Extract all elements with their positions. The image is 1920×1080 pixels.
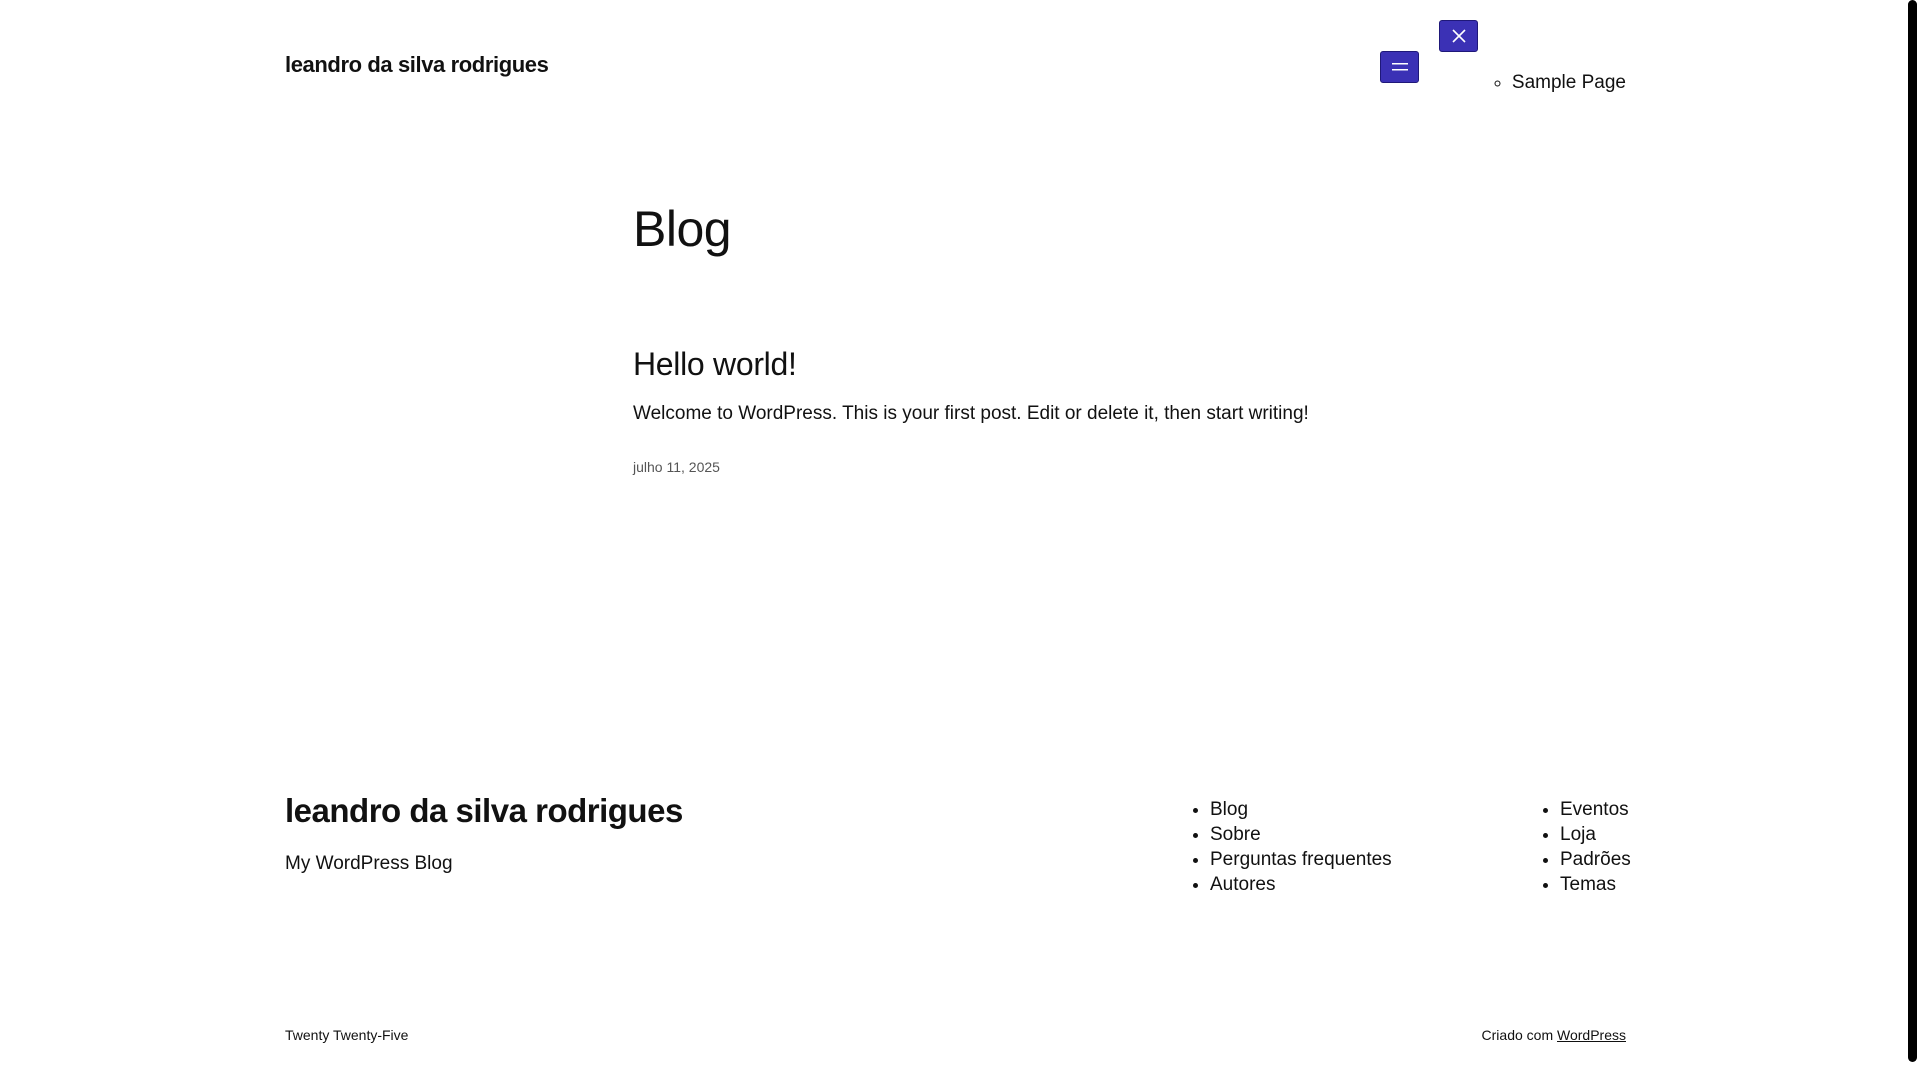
close-icon	[1451, 29, 1466, 43]
footer-menu-item-temas[interactable]: Temas	[1560, 872, 1631, 897]
post-date[interactable]: julho 11, 2025	[633, 459, 720, 475]
footer-menu-item-padroes[interactable]: Padrões	[1560, 847, 1631, 872]
footer-menu-link[interactable]: Perguntas frequentes	[1210, 849, 1392, 870]
scrollbar-track[interactable]	[1905, 0, 1920, 1080]
footer-menu-link[interactable]: Sobre	[1210, 824, 1261, 845]
site-title-link[interactable]: leandro da silva rodrigues	[285, 52, 549, 78]
footer-menu-link[interactable]: Padrões	[1560, 849, 1631, 870]
post-title-link[interactable]: Hello world!	[633, 346, 797, 383]
footer-menu-primary: Blog Sobre Perguntas frequentes Autores	[1190, 797, 1392, 897]
footer-menu-link[interactable]: Loja	[1560, 824, 1596, 845]
footer-menu-item-blog[interactable]: Blog	[1210, 797, 1392, 822]
footer-menu-secondary: Eventos Loja Padrões Temas	[1540, 797, 1631, 897]
post-excerpt: Welcome to WordPress. This is your first…	[633, 403, 1309, 424]
theme-credit: Twenty Twenty-Five	[285, 1027, 409, 1043]
submenu-item-sample-page[interactable]: Sample Page	[1512, 72, 1626, 94]
footer-site-title-link[interactable]: leandro da silva rodrigues	[285, 792, 683, 830]
powered-by-prefix: Criado com	[1481, 1027, 1554, 1043]
footer-menu-link[interactable]: Autores	[1210, 874, 1275, 895]
footer-menu-item-loja[interactable]: Loja	[1560, 822, 1631, 847]
submenu-link[interactable]: Sample Page	[1512, 72, 1626, 93]
footer-menu-item-sobre[interactable]: Sobre	[1210, 822, 1392, 847]
footer-menu-item-autores[interactable]: Autores	[1210, 872, 1392, 897]
footer-tagline: My WordPress Blog	[285, 853, 453, 874]
wordpress-link[interactable]: WordPress	[1557, 1027, 1626, 1043]
hamburger-icon	[1391, 62, 1408, 72]
page: leandro da silva rodrigues Sample Page B…	[0, 0, 1920, 1080]
header-submenu: Sample Page	[1512, 72, 1626, 94]
footer-menu-link[interactable]: Blog	[1210, 799, 1248, 820]
footer-menu-item-eventos[interactable]: Eventos	[1560, 797, 1631, 822]
scrollbar-thumb[interactable]	[1908, 0, 1917, 1062]
close-menu-button[interactable]	[1439, 20, 1478, 52]
footer-menu-link[interactable]: Eventos	[1560, 799, 1629, 820]
open-menu-button[interactable]	[1380, 51, 1419, 83]
page-title: Blog	[633, 201, 732, 257]
footer-menu-link[interactable]: Temas	[1560, 874, 1616, 895]
footer-menu-item-perguntas[interactable]: Perguntas frequentes	[1210, 847, 1392, 872]
powered-by: Criado com WordPress	[1482, 1027, 1626, 1043]
